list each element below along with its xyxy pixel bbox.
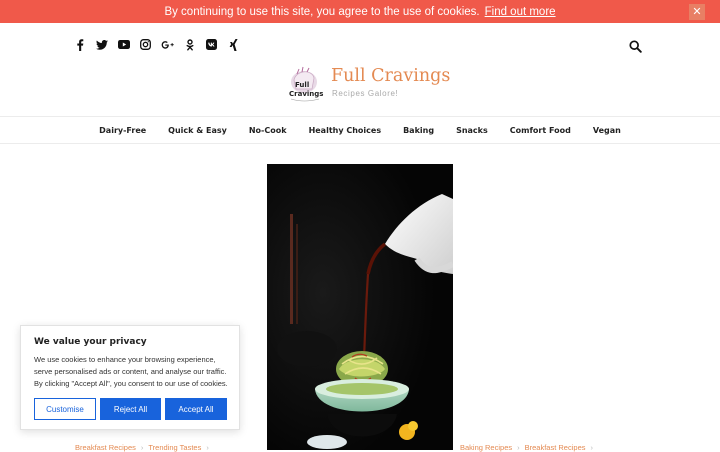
privacy-heading: We value your privacy bbox=[34, 337, 147, 347]
google-plus-icon[interactable] bbox=[161, 38, 174, 51]
site-tagline: Recipes Galore! bbox=[332, 89, 399, 98]
instagram-icon[interactable] bbox=[139, 38, 152, 51]
twitter-icon[interactable] bbox=[95, 38, 108, 51]
post-meta-right: Baking Recipes › Breakfast Recipes › bbox=[460, 443, 598, 452]
close-icon: ✕ bbox=[692, 6, 702, 18]
nav-item-quick-easy[interactable]: Quick & Easy bbox=[168, 126, 227, 135]
reject-all-button[interactable]: Reject All bbox=[100, 398, 161, 420]
odnoklassniki-icon[interactable] bbox=[183, 38, 196, 51]
customise-button[interactable]: Customise bbox=[34, 398, 96, 420]
youtube-icon[interactable] bbox=[117, 38, 130, 51]
nav-item-comfort-food[interactable]: Comfort Food bbox=[510, 126, 571, 135]
category-link[interactable]: Breakfast Recipes bbox=[75, 443, 136, 452]
nav-item-baking[interactable]: Baking bbox=[403, 126, 434, 135]
privacy-consent-dialog: We value your privacy We use cookies to … bbox=[20, 325, 240, 430]
logo-mark-line2: Cravings bbox=[289, 90, 323, 98]
nav-item-healthy-choices[interactable]: Healthy Choices bbox=[309, 126, 382, 135]
search-button[interactable] bbox=[629, 38, 642, 53]
category-link[interactable]: Trending Tastes bbox=[148, 443, 201, 452]
xing-icon[interactable] bbox=[227, 38, 240, 51]
nav-divider-bottom bbox=[0, 143, 720, 144]
main-nav: Dairy-Free Quick & Easy No-Cook Healthy … bbox=[0, 117, 720, 143]
meta-separator: › bbox=[517, 443, 520, 452]
site-logo[interactable]: Full Cravings Full Cravings Recipes Galo… bbox=[286, 65, 450, 105]
close-notice-button[interactable]: ✕ bbox=[689, 4, 705, 20]
facebook-icon[interactable] bbox=[73, 38, 86, 51]
site-title: Full Cravings bbox=[331, 66, 451, 86]
meta-separator: › bbox=[140, 443, 144, 452]
nav-item-no-cook[interactable]: No-Cook bbox=[249, 126, 287, 135]
nav-item-vegan[interactable]: Vegan bbox=[593, 126, 621, 135]
post-meta-left: Breakfast Recipes › Trending Tastes › bbox=[75, 443, 214, 452]
logo-mark-line1: Full bbox=[295, 81, 309, 89]
nav-item-snacks[interactable]: Snacks bbox=[456, 126, 488, 135]
find-out-more-link[interactable]: Find out more bbox=[485, 6, 556, 18]
logo-mark: Full Cravings bbox=[289, 66, 323, 102]
cookie-notice-bar: By continuing to use this site, you agre… bbox=[0, 0, 720, 23]
food-photo bbox=[267, 164, 453, 450]
meta-separator: › bbox=[206, 443, 209, 452]
nav-item-dairy-free[interactable]: Dairy-Free bbox=[99, 126, 146, 135]
privacy-body: We use cookies to enhance your browsing … bbox=[34, 355, 228, 389]
meta-separator: › bbox=[590, 443, 594, 452]
category-link[interactable]: Breakfast Recipes bbox=[525, 443, 586, 452]
vk-icon[interactable] bbox=[205, 38, 218, 51]
featured-post-image[interactable] bbox=[267, 164, 453, 450]
accept-all-button[interactable]: Accept All bbox=[165, 398, 227, 420]
cookie-notice-text: By continuing to use this site, you agre… bbox=[164, 5, 480, 18]
search-icon bbox=[629, 40, 642, 53]
social-links bbox=[73, 38, 240, 51]
category-link[interactable]: Baking Recipes bbox=[460, 443, 512, 452]
